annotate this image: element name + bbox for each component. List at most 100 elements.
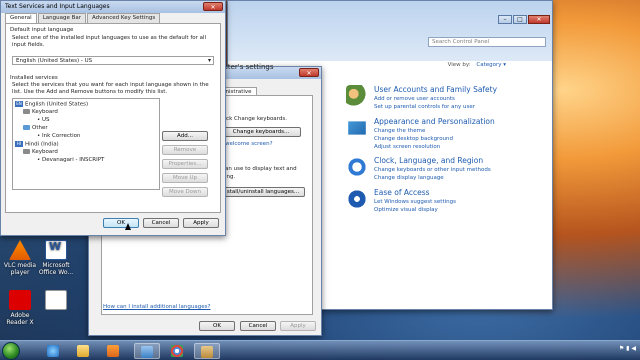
apply-button[interactable]: Apply (183, 218, 219, 228)
taskbar-ie[interactable] (40, 343, 66, 359)
start-button[interactable] (2, 342, 20, 360)
tree-node-other[interactable]: Other (23, 125, 48, 131)
tree-label: Hindi (India) (25, 141, 59, 148)
taskbar-explorer[interactable] (70, 343, 96, 359)
cancel-button[interactable]: Cancel (143, 218, 179, 228)
maximize-button[interactable]: □ (513, 15, 527, 24)
taskbar-control-panel[interactable] (134, 343, 160, 359)
cancel-button[interactable]: Cancel (240, 321, 276, 331)
file-icon (45, 290, 67, 310)
category-title[interactable]: User Accounts and Family Safety (374, 85, 497, 94)
close-button[interactable]: ✕ (299, 68, 319, 77)
install-uninstall-languages-button[interactable]: stall/uninstall languages... (221, 187, 305, 197)
word-desktop-icon[interactable]: Microsoft Office Wo... (38, 240, 74, 276)
default-language-value: English (United States) - US (16, 58, 93, 64)
text-services-dialog: Text Services and Input Languages ✕ Gene… (0, 0, 226, 236)
remove-button[interactable]: Remove (162, 145, 208, 155)
keyboards-text: lick Change keyboards. (223, 116, 287, 122)
keyboard-icon (23, 149, 30, 154)
installed-services-description: Select the services that you want for ea… (12, 82, 209, 95)
tree-label: Keyboard (32, 149, 58, 155)
minimize-button[interactable]: – (498, 15, 512, 24)
word-icon (45, 240, 67, 260)
desktop-icon-label: VLC media player (3, 262, 37, 276)
tray-volume-icon[interactable]: ◀ (631, 345, 636, 352)
file-desktop-icon[interactable] (38, 290, 74, 312)
ok-button[interactable]: OK (199, 321, 235, 331)
display-language-text-2: ing. (225, 174, 236, 180)
properties-button[interactable]: Properties... (162, 159, 208, 169)
adobe-reader-desktop-icon[interactable]: Adobe Reader X (2, 290, 38, 326)
category-link[interactable]: Optimize visual display (374, 207, 438, 213)
taskbar-media-player[interactable] (100, 343, 126, 359)
category-link[interactable]: Change display language (374, 175, 444, 181)
tree-node-us[interactable]: • US (37, 117, 50, 123)
tree-node-hindi[interactable]: HI Hindi (India) (15, 141, 59, 148)
general-panel: Default input language Select one of the… (5, 23, 221, 213)
tab-language-bar[interactable]: Language Bar (37, 13, 86, 23)
control-panel-icon (141, 346, 153, 358)
category-link[interactable]: Set up parental controls for any user (374, 104, 475, 110)
category-link[interactable]: Change desktop background (374, 136, 453, 142)
dialog-titlebar: Text Services and Input Languages ✕ (1, 1, 225, 13)
category-link[interactable]: Let Windows suggest settings (374, 199, 456, 205)
display-language-text: an use to display text and (225, 166, 297, 172)
close-button[interactable]: ✕ (203, 2, 223, 11)
tray-flag-icon[interactable]: ⚑ (619, 345, 624, 352)
display-icon (348, 121, 366, 135)
taskbar-chrome[interactable] (164, 343, 190, 359)
apply-button[interactable]: Apply (280, 321, 316, 331)
taskbar-region-language[interactable] (194, 343, 220, 359)
category-link[interactable]: Add or remove user accounts (374, 96, 455, 102)
view-by-dropdown[interactable]: Category ▾ (476, 62, 506, 68)
ok-button[interactable]: OK (103, 218, 139, 228)
tree-label: Keyboard (32, 109, 58, 115)
close-button[interactable]: ✕ (528, 15, 550, 24)
search-input[interactable]: Search Control Panel (428, 37, 546, 47)
region-icon (201, 346, 213, 358)
move-down-button[interactable]: Move Down (162, 187, 208, 197)
category-link[interactable]: Change keyboards or other input methods (374, 167, 491, 173)
view-by: View by: Category ▾ (448, 62, 506, 68)
view-by-label: View by: (447, 62, 471, 68)
change-keyboards-button[interactable]: Change keyboards... (221, 127, 301, 137)
add-button[interactable]: Add... (162, 131, 208, 141)
tree-node-devanagari[interactable]: • Devanagari - INSCRIPT (37, 157, 104, 163)
tree-node-ink-correction[interactable]: • Ink Correction (37, 133, 81, 139)
move-up-button[interactable]: Move Up (162, 173, 208, 183)
folder-icon (77, 345, 89, 357)
tree-label: English (United States) (25, 101, 89, 108)
category-link[interactable]: Change the theme (374, 128, 425, 134)
language-badge-icon: HI (15, 141, 23, 147)
category-title[interactable]: Ease of Access (374, 188, 430, 197)
dialog-title: Text Services and Input Languages (5, 3, 110, 10)
category-title[interactable]: Appearance and Personalization (374, 117, 495, 126)
category-title[interactable]: Clock, Language, and Region (374, 156, 483, 165)
vlc-desktop-icon[interactable]: VLC media player (2, 240, 38, 276)
tray-network-icon[interactable]: ▮ (626, 345, 629, 352)
category-link[interactable]: Adjust screen resolution (374, 144, 440, 150)
install-languages-help-link[interactable]: How can I install additional languages? (103, 304, 210, 310)
language-badge-icon: EN (15, 101, 23, 107)
vlc-icon (9, 240, 31, 260)
globe-clock-icon (346, 156, 368, 178)
default-language-heading: Default input language (10, 27, 74, 33)
default-language-select[interactable]: English (United States) - US ▾ (12, 56, 214, 65)
installed-services-tree[interactable]: EN English (United States) Keyboard • US … (12, 98, 160, 190)
tree-node-english[interactable]: EN English (United States) (15, 101, 88, 108)
system-tray: ⚑ ▮ ◀ (619, 345, 636, 352)
installed-services-heading: Installed services (10, 75, 58, 81)
search-placeholder: Search Control Panel (432, 39, 490, 45)
welcome-screen-link[interactable]: welcome screen? (225, 141, 273, 147)
partial-window-title: puter's settings (219, 63, 274, 71)
default-language-description: Select one of the installed input langua… (12, 35, 207, 48)
tree-node-keyboard-2[interactable]: Keyboard (23, 149, 58, 155)
pen-icon (23, 125, 30, 130)
browser-icon (171, 345, 183, 357)
users-icon (346, 85, 368, 107)
tree-node-keyboard[interactable]: Keyboard (23, 109, 58, 115)
accessibility-icon (346, 188, 368, 210)
tab-advanced-key-settings[interactable]: Advanced Key Settings (86, 13, 161, 23)
taskbar: ⚑ ▮ ◀ (0, 340, 640, 360)
chevron-down-icon: ▾ (207, 57, 211, 64)
